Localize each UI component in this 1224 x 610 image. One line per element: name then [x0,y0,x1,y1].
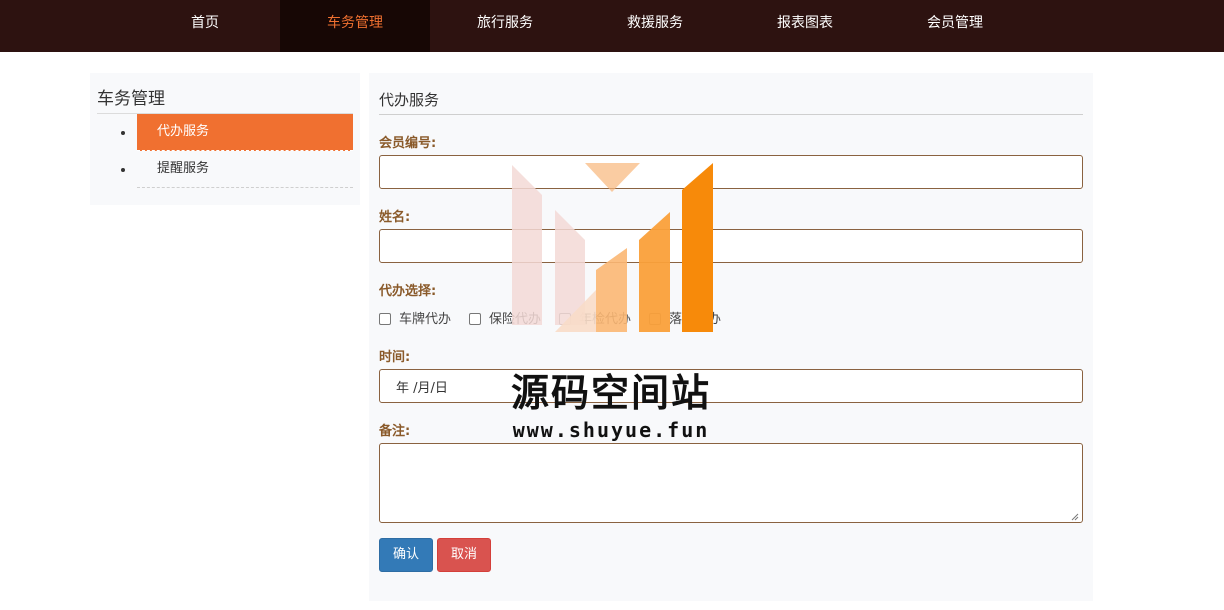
sidebar-title: 车务管理 [97,89,165,109]
sidebar-item-reminder-service[interactable]: 提醒服务 [137,151,353,188]
license-plate-checkbox[interactable] [379,313,391,325]
name-input[interactable] [379,229,1083,263]
member-id-label: 会员编号: [379,136,437,151]
registration-label: 落户代办 [669,312,722,327]
top-navigation: 首页 车务管理 旅行服务 救援服务 报表图表 会员管理 [0,0,1224,52]
insurance-label: 保险代办 [489,312,542,327]
nav-item-home[interactable]: 首页 [130,0,280,52]
sidebar-item-proxy-service[interactable]: 代办服务 [137,114,353,151]
license-plate-label: 车牌代办 [399,312,452,327]
nav-item-member-management[interactable]: 会员管理 [880,0,1030,52]
name-label: 姓名: [379,210,411,225]
registration-checkbox[interactable] [649,313,661,325]
remark-textarea[interactable] [379,443,1083,523]
sidebar: 车务管理 代办服务 提醒服务 [90,73,360,205]
resize-grip-icon[interactable] [1071,513,1079,521]
time-label: 时间: [379,350,411,365]
annual-inspection-checkbox[interactable] [559,313,571,325]
confirm-button[interactable]: 确认 [379,538,434,572]
bullet-icon [121,131,125,135]
nav-item-rescue-service[interactable]: 救援服务 [580,0,730,52]
proxy-service-form: 代办服务 会员编号: 姓名: 代办选择: 车牌代办 保险代办 年检代办 落户代办… [369,73,1093,601]
date-input[interactable] [379,369,1083,403]
bullet-icon [121,168,125,172]
nav-item-vehicle-affairs[interactable]: 车务管理 [280,0,430,52]
remark-label: 备注: [379,424,411,439]
nav-item-reports-charts[interactable]: 报表图表 [730,0,880,52]
insurance-checkbox[interactable] [469,313,481,325]
member-id-input[interactable] [379,155,1083,189]
panel-title: 代办服务 [379,91,440,109]
annual-inspection-label: 年检代办 [579,312,632,327]
proxy-options-label: 代办选择: [379,284,437,299]
cancel-button[interactable]: 取消 [437,538,492,572]
nav-item-travel-service[interactable]: 旅行服务 [430,0,580,52]
panel-divider [379,114,1083,115]
